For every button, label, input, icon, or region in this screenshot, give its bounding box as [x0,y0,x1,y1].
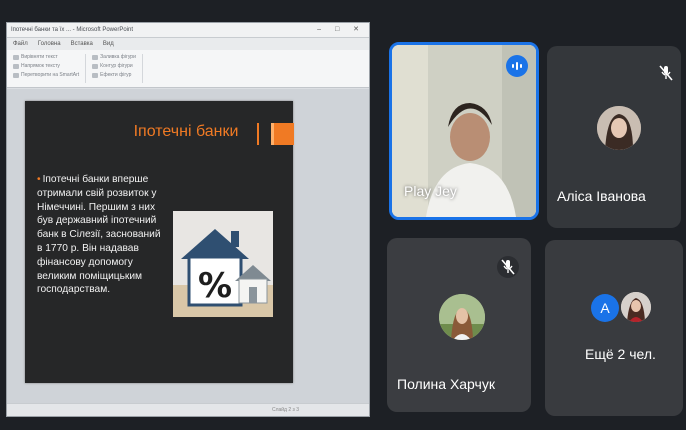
participant-name: Аліса Іванова [557,188,646,204]
mic-off-icon [497,256,519,278]
ribbon-group: Вирівняти текст Напрямок тексту Перетвор… [13,54,87,83]
participant-tile[interactable]: Полина Харчук [387,238,531,412]
slide-bullet: • Іпотечні банки вперше отримали свій роз… [37,173,165,297]
ribbon-group: Заливка фігури Контур фігури Ефекти фігу… [92,54,143,83]
participant-name: Полина Харчук [397,376,495,392]
ribbon: Вирівняти текст Напрямок тексту Перетвор… [7,50,369,88]
avatar [597,106,641,150]
window-titlebar: Іпотечні банки та їх ... - Microsoft Pow… [7,23,369,38]
participant-tile-speaker[interactable]: Play Jey [389,42,539,220]
ribbon-button[interactable]: Ефекти фігур [92,72,136,78]
ribbon-button[interactable]: Контур фігури [92,63,136,69]
window-title: Іпотечні банки та їх ... - Microsoft Pow… [11,27,134,33]
slide-title: Іпотечні банки [133,123,239,140]
percent-glyph: % [198,266,232,306]
slide[interactable]: Іпотечні банки • Іпотечні банки вперше от… [25,101,294,383]
avatar [439,294,485,340]
bullet-dot: • [37,174,41,185]
avatar [621,292,651,322]
menu-item[interactable]: Вид [103,38,114,50]
ribbon-button[interactable]: Заливка фігури [92,54,136,60]
slide-canvas: Іпотечні банки • Іпотечні банки вперше от… [7,89,369,404]
more-participants-label: Ещё 2 чел. [585,346,656,362]
menu-item[interactable]: Файл [13,38,28,50]
status-bar: Слайд 2 з 3 [7,403,369,416]
menu-bar: Файл Головна Вставка Вид [7,38,369,50]
bullet-text: Іпотечні банки вперше отримали свій розв… [37,174,161,296]
menu-item[interactable]: Вставка [71,38,93,50]
title-accent-block [271,123,294,145]
house-illustration: % [181,229,271,307]
house-percent-image: % [173,211,273,317]
ribbon-button[interactable]: Напрямок тексту [13,63,79,69]
title-accent-line [257,123,259,145]
participant-name: Play Jey [404,183,457,199]
window-controls[interactable]: ‒ □ ✕ [317,23,365,37]
avatar-letter: A [591,294,619,322]
presentation-window: Іпотечні банки та їх ... - Microsoft Pow… [6,22,370,417]
ribbon-button[interactable]: Вирівняти текст [13,54,79,60]
more-participants-tile[interactable]: A Ещё 2 чел. [545,240,683,416]
mic-off-icon [655,62,677,84]
speaking-indicator-icon [506,55,528,77]
ribbon-button[interactable]: Перетворити на SmartArt [13,72,79,78]
participant-tile[interactable]: Аліса Іванова [547,46,681,228]
menu-item[interactable]: Головна [38,38,61,50]
